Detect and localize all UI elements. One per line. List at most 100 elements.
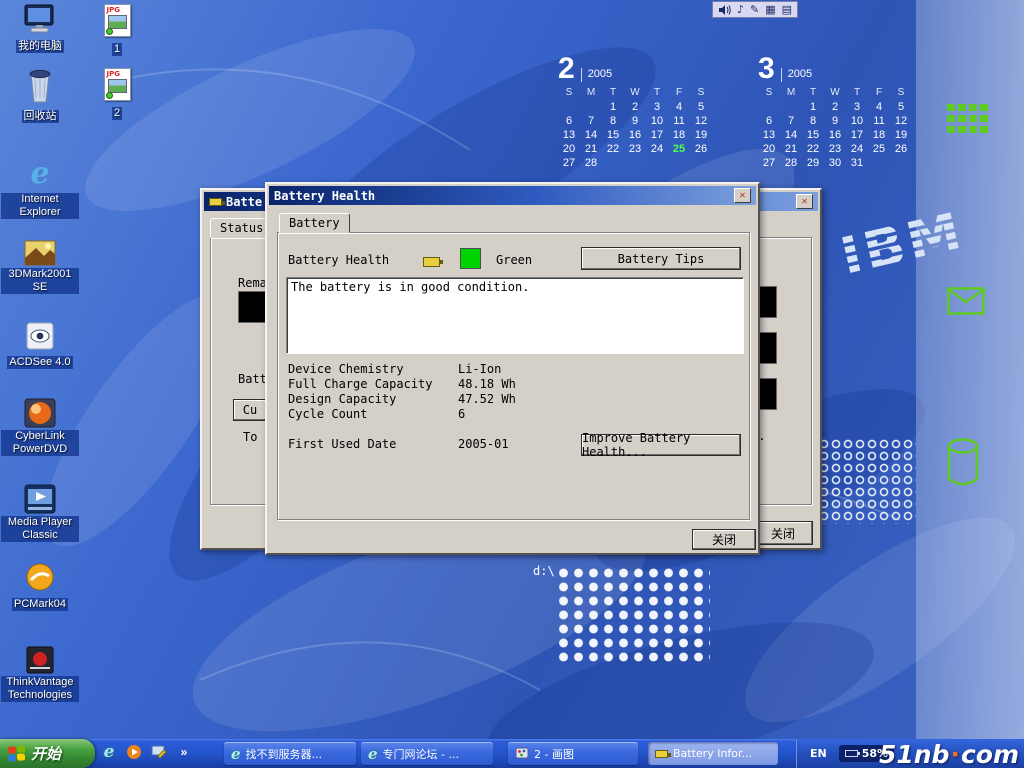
calendar-weekday-label: T xyxy=(646,87,668,99)
media-player-classic-icon xyxy=(1,484,79,514)
task-label: 2 - 画图 xyxy=(534,746,574,762)
desktop-icon-media-player-classic[interactable]: Media Player Classic xyxy=(1,484,79,543)
file-label: 2 xyxy=(112,107,122,120)
speaker-icon[interactable] xyxy=(718,4,731,16)
calendar-day: 29 xyxy=(802,157,824,169)
close-button[interactable]: ✕ xyxy=(796,194,813,209)
calendar-day: 22 xyxy=(602,143,624,155)
acdsee-icon xyxy=(1,322,79,350)
partial-button[interactable]: Cu xyxy=(233,399,267,421)
paint-icon xyxy=(515,747,529,760)
desktop-icon-recycle-bin[interactable]: 回收站 xyxy=(1,66,79,124)
desktop-file-jpg-1[interactable]: JPG 1 xyxy=(88,4,146,57)
field-value: Li-Ion xyxy=(458,362,501,376)
desktop-icon-powerdvd[interactable]: CyberLink PowerDVD xyxy=(1,398,79,457)
calendar-day: 27 xyxy=(558,157,580,169)
internet-explorer-icon[interactable]: e xyxy=(100,743,118,761)
calendar-day xyxy=(690,157,712,169)
window-titlebar[interactable]: Battery Health ✕ xyxy=(269,186,756,205)
start-button[interactable]: 开始 xyxy=(0,739,95,768)
calendar-weekday-label: M xyxy=(580,87,602,99)
close-button[interactable]: ✕ xyxy=(734,188,751,203)
calendar-day: 24 xyxy=(646,143,668,155)
desktop-icon-acdsee[interactable]: ACDSee 4.0 xyxy=(1,322,79,370)
calendar-day: 15 xyxy=(802,129,824,141)
language-indicator[interactable]: EN xyxy=(810,747,827,760)
improve-battery-health-button[interactable]: Improve Battery Health... xyxy=(581,434,741,456)
calendar-day xyxy=(890,157,912,169)
battery-icon xyxy=(845,750,858,757)
calendar-day xyxy=(646,157,668,169)
show-desktop-icon[interactable] xyxy=(150,743,168,761)
taskbar-task-ie-server-not-found[interactable]: e 找不到服务器... xyxy=(224,742,356,765)
field-label: Full Charge Capacity xyxy=(288,377,433,391)
field-value: 48.18 Wh xyxy=(458,377,516,391)
calendar-day: 14 xyxy=(780,129,802,141)
battery-icon xyxy=(655,750,668,758)
tab-battery[interactable]: Battery xyxy=(279,213,350,233)
jpg-file-icon: JPG xyxy=(104,68,131,101)
window-title: Batte xyxy=(226,195,262,209)
taskbar-task-battery-information[interactable]: Battery Infor... xyxy=(648,742,778,765)
tab-status[interactable]: Status xyxy=(210,218,273,238)
calendar-day xyxy=(558,101,580,113)
battery-tips-button[interactable]: Battery Tips xyxy=(581,247,741,270)
watermark-suffix: com xyxy=(961,740,1019,768)
chevron-overflow-icon[interactable]: » xyxy=(175,743,193,761)
pcmark-icon xyxy=(1,562,79,592)
media-player-icon[interactable] xyxy=(125,743,143,761)
document-icon[interactable]: ▤ xyxy=(782,2,792,17)
jpg-thumbnail xyxy=(108,79,127,93)
watermark: 51nb · com xyxy=(879,740,1019,768)
window-title: Battery Health xyxy=(274,189,375,203)
calendar-day: 18 xyxy=(668,129,690,141)
svg-text:IBM: IBM xyxy=(835,199,970,288)
calendar-day: 27 xyxy=(758,157,780,169)
calendar-day: 10 xyxy=(846,115,868,127)
watermark-brand: 51nb xyxy=(879,740,949,768)
calendar-day: 17 xyxy=(646,129,668,141)
calendar-day: 6 xyxy=(558,115,580,127)
calendar-day: 4 xyxy=(668,101,690,113)
status-dot-icon xyxy=(106,92,113,99)
calendar-grid: SMTWTFS123456789101112131415161718192021… xyxy=(558,87,714,169)
close-dialog-button[interactable]: 关闭 xyxy=(753,521,813,545)
calendar-day: 11 xyxy=(668,115,690,127)
taskbar-task-paint[interactable]: 2 - 画图 xyxy=(508,742,638,765)
desktop-icon-3dmark[interactable]: 3DMark2001 SE xyxy=(1,240,79,295)
quick-launch: e » xyxy=(100,743,193,761)
calendar-weekday-label: T xyxy=(846,87,868,99)
calendar-weekday-label: S xyxy=(758,87,780,99)
calendar-day xyxy=(580,101,602,113)
desktop-tray-toolbar: ♪ ✎ ▦ ▤ xyxy=(712,1,798,18)
close-dialog-button[interactable]: 关闭 xyxy=(692,529,756,550)
calendar-header: 2 2005 xyxy=(558,56,714,82)
calendar-weekday-label: W xyxy=(624,87,646,99)
desktop-icon-my-computer[interactable]: 我的电脑 xyxy=(1,4,79,54)
calendar-weekday-label: M xyxy=(780,87,802,99)
jpg-type-tag: JPG xyxy=(107,6,120,14)
internet-explorer-icon: e xyxy=(231,745,241,763)
calendar-month: 2 xyxy=(558,56,575,82)
calendar-day: 5 xyxy=(890,101,912,113)
calendar-day: 14 xyxy=(580,129,602,141)
icon-label: CyberLink PowerDVD xyxy=(1,430,79,456)
condition-textbox[interactable]: The battery is in good condition. xyxy=(286,277,744,354)
pen-icon[interactable]: ✎ xyxy=(750,2,759,17)
calendar-day: 6 xyxy=(758,115,780,127)
desktop-icon-thinkvantage[interactable]: ThinkVantage Technologies xyxy=(1,646,79,703)
note-icon[interactable]: ♪ xyxy=(737,2,744,17)
calendar-day: 13 xyxy=(558,129,580,141)
calendar-day: 25 xyxy=(868,143,890,155)
envelope-icon xyxy=(947,287,985,315)
desktop-file-jpg-2[interactable]: JPG 2 xyxy=(88,68,146,121)
calendar-day: 2 xyxy=(624,101,646,113)
internet-explorer-icon: e xyxy=(1,156,79,191)
desktop-icon-pcmark[interactable]: PCMark04 xyxy=(1,562,79,612)
taskbar-task-ie-forum[interactable]: e 专门网论坛 - ... xyxy=(361,742,493,765)
grid-icon[interactable]: ▦ xyxy=(765,2,775,17)
calendar-day: 16 xyxy=(824,129,846,141)
calendar-day: 24 xyxy=(846,143,868,155)
desktop-icon-internet-explorer[interactable]: e Internet Explorer xyxy=(1,156,79,220)
jpg-file-icon: JPG xyxy=(104,4,131,37)
